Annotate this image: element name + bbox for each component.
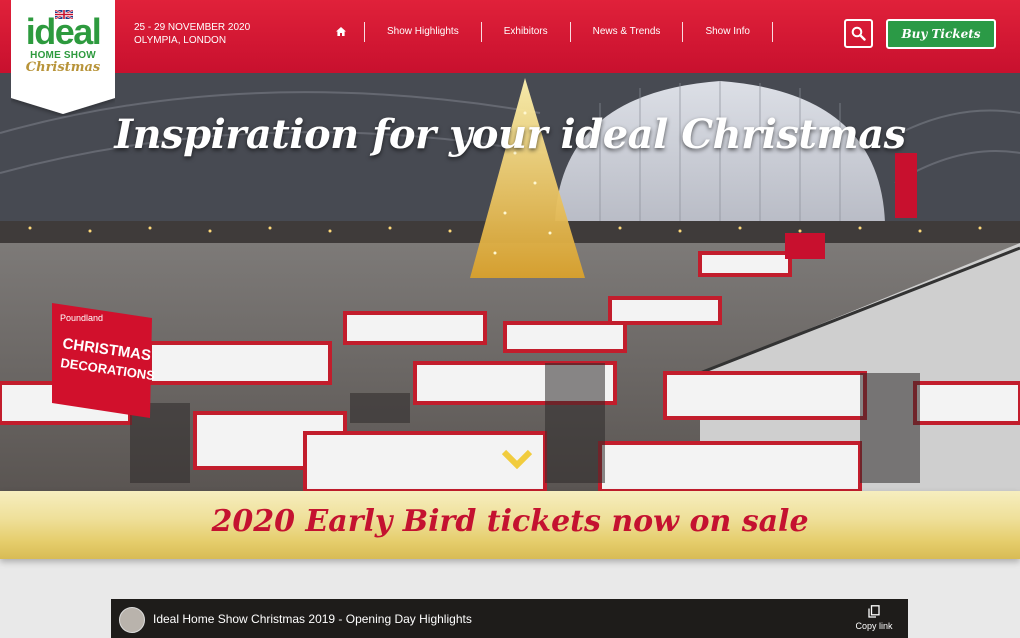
hero-title: Inspiration for your ideal Christmas — [114, 111, 906, 158]
sign-brand-text: Poundland — [60, 313, 103, 323]
search-button[interactable] — [844, 19, 873, 48]
nav-show-highlights[interactable]: Show Highlights — [365, 22, 482, 42]
nav-show-info[interactable]: Show Info — [683, 22, 773, 42]
event-dates: 25 - 29 NOVEMBER 2020 — [134, 22, 251, 33]
early-bird-text: 2020 Early Bird tickets now on sale — [211, 504, 809, 539]
scroll-down-button[interactable] — [501, 449, 533, 474]
home-icon — [336, 26, 346, 36]
buy-tickets-button[interactable]: Buy Tickets — [886, 19, 996, 49]
logo-christmas-text: Christmas — [25, 60, 101, 75]
site-logo[interactable]: ideal HOME SHOW Christmas — [11, 0, 115, 116]
early-bird-banner[interactable]: 2020 Early Bird tickets now on sale — [0, 491, 1020, 559]
search-icon — [851, 26, 866, 41]
event-details: 25 - 29 NOVEMBER 2020 OLYMPIA, LONDON — [134, 21, 250, 47]
copy-link-button[interactable]: Copy link — [849, 605, 899, 631]
home-link[interactable] — [328, 22, 365, 42]
chevron-down-icon — [501, 449, 533, 470]
video-title[interactable]: Ideal Home Show Christmas 2019 - Opening… — [153, 612, 472, 626]
logo-ideal-text: ideal — [25, 11, 102, 52]
site-header: 25 - 29 NOVEMBER 2020 OLYMPIA, LONDON Sh… — [0, 0, 1020, 73]
nav-exhibitors[interactable]: Exhibitors — [482, 22, 571, 42]
channel-avatar[interactable] — [119, 607, 145, 633]
christmas-decorations-sign: Poundland CHRISTMAS DECORATIONS — [52, 303, 156, 418]
hero-section: Poundland CHRISTMAS DECORATIONS Inspirat… — [0, 73, 1020, 491]
copy-link-label: Copy link — [855, 621, 893, 631]
nav-news-trends[interactable]: News & Trends — [571, 22, 684, 42]
main-nav: Show Highlights Exhibitors News & Trends… — [328, 22, 773, 42]
event-venue: OLYMPIA, LONDON — [134, 35, 227, 46]
video-embed[interactable]: Ideal Home Show Christmas 2019 - Opening… — [111, 599, 908, 638]
copy-icon — [868, 605, 880, 618]
